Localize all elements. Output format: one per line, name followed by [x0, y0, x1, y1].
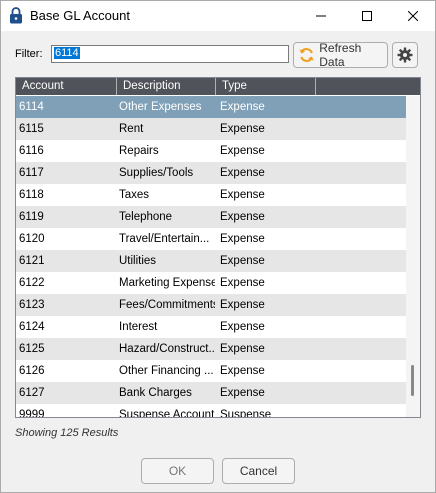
type-cell: Expense — [220, 365, 265, 377]
minimize-icon — [316, 15, 326, 16]
type-cell: Expense — [220, 277, 265, 289]
account-cell: 6116 — [19, 145, 44, 157]
ok-button[interactable]: OK — [141, 458, 214, 484]
table-row[interactable]: 6127 Bank Charges Expense — [16, 382, 406, 404]
account-cell: 6126 — [19, 365, 45, 377]
column-header-type[interactable]: Type — [216, 78, 316, 95]
type-cell: Expense — [220, 211, 265, 223]
grid-header: Account Description Type — [16, 78, 420, 95]
type-cell: Expense — [220, 123, 265, 135]
table-row[interactable]: 6126 Other Financing ... Expense — [16, 360, 406, 382]
description-cell: Telephone — [119, 211, 173, 223]
column-header-description[interactable]: Description — [117, 78, 216, 95]
table-row[interactable]: 6123 Fees/Commitments Expense — [16, 294, 406, 316]
table-row[interactable]: 6118 Taxes Expense — [16, 184, 406, 206]
description-cell: Supplies/Tools — [119, 167, 194, 179]
type-cell: Expense — [220, 299, 265, 311]
description-cell: Interest — [119, 321, 158, 333]
type-cell: Expense — [220, 101, 265, 113]
gear-icon — [397, 47, 413, 63]
table-row[interactable]: 6117 Supplies/Tools Expense — [16, 162, 406, 184]
maximize-icon — [362, 10, 372, 21]
account-cell: 6122 — [19, 277, 45, 289]
account-cell: 6121 — [19, 255, 45, 267]
type-cell: Expense — [220, 387, 265, 399]
account-cell: 6120 — [19, 233, 45, 245]
table-row[interactable]: 6122 Marketing Expense Expense — [16, 272, 406, 294]
table-row[interactable]: 6115 Rent Expense — [16, 118, 406, 140]
refresh-data-button[interactable]: Refresh Data — [293, 41, 388, 69]
settings-button[interactable] — [392, 42, 418, 68]
type-cell: Expense — [220, 255, 265, 267]
table-row[interactable]: 6116 Repairs Expense — [16, 140, 406, 162]
description-cell: Rent — [119, 123, 144, 135]
account-cell: 6117 — [19, 167, 44, 179]
account-cell: 9999 — [19, 409, 45, 418]
type-cell: Expense — [220, 233, 265, 245]
filter-label: Filter: — [15, 48, 43, 60]
account-cell: 6123 — [19, 299, 45, 311]
account-cell: 6119 — [19, 211, 44, 223]
window-title: Base GL Account — [30, 8, 130, 23]
description-cell: Hazard/Construct... — [119, 343, 215, 355]
table-row[interactable]: 6114 Other Expenses Expense — [16, 96, 406, 118]
grid-rows: 6114 Other Expenses Expense 6115 Rent Ex… — [16, 96, 406, 418]
cancel-button[interactable]: Cancel — [222, 458, 295, 484]
type-cell: Expense — [220, 343, 265, 355]
accounts-grid[interactable]: Account Description Type 6114 Other Expe… — [15, 77, 421, 418]
vertical-scrollbar[interactable] — [406, 96, 420, 417]
table-row[interactable]: 6119 Telephone Expense — [16, 206, 406, 228]
description-cell: Utilities — [119, 255, 157, 267]
description-cell: Marketing Expense — [119, 277, 215, 289]
table-row[interactable]: 6125 Hazard/Construct... Expense — [16, 338, 406, 360]
description-cell: Other Financing ... — [119, 365, 214, 377]
scrollbar-thumb[interactable] — [411, 365, 414, 396]
description-cell: Other Expenses — [119, 101, 202, 113]
account-cell: 6125 — [19, 343, 45, 355]
table-row[interactable]: 6124 Interest Expense — [16, 316, 406, 338]
filter-input[interactable]: 6114 — [51, 45, 289, 63]
refresh-data-label: Refresh Data — [319, 41, 362, 69]
description-cell: Fees/Commitments — [119, 299, 215, 311]
description-cell: Travel/Entertain... — [119, 233, 210, 245]
type-cell: Expense — [220, 167, 265, 179]
account-cell: 6115 — [19, 123, 44, 135]
type-cell: Expense — [220, 321, 265, 333]
close-icon — [408, 10, 418, 21]
type-cell: Suspense — [220, 409, 272, 418]
account-cell: 6118 — [19, 189, 44, 201]
description-cell: Suspense Account — [119, 409, 215, 418]
account-cell: 6127 — [19, 387, 45, 399]
lock-icon — [10, 7, 22, 24]
type-cell: Expense — [220, 145, 265, 157]
description-cell: Repairs — [119, 145, 159, 157]
title-bar: Base GL Account — [0, 0, 436, 31]
refresh-icon — [299, 48, 314, 62]
minimize-button[interactable] — [298, 0, 344, 31]
account-cell: 6114 — [19, 101, 44, 113]
close-button[interactable] — [390, 0, 436, 31]
table-row[interactable]: 6121 Utilities Expense — [16, 250, 406, 272]
maximize-button[interactable] — [344, 0, 390, 31]
description-cell: Bank Charges — [119, 387, 192, 399]
table-row[interactable]: 9999 Suspense Account Suspense — [16, 404, 406, 418]
type-cell: Expense — [220, 189, 265, 201]
column-header-account[interactable]: Account — [16, 78, 117, 95]
description-cell: Taxes — [119, 189, 150, 201]
table-row[interactable]: 6120 Travel/Entertain... Expense — [16, 228, 406, 250]
column-header-empty — [316, 78, 420, 95]
filter-input-value: 6114 — [54, 47, 80, 59]
results-count: Showing 125 Results — [15, 427, 119, 439]
account-cell: 6124 — [19, 321, 45, 333]
